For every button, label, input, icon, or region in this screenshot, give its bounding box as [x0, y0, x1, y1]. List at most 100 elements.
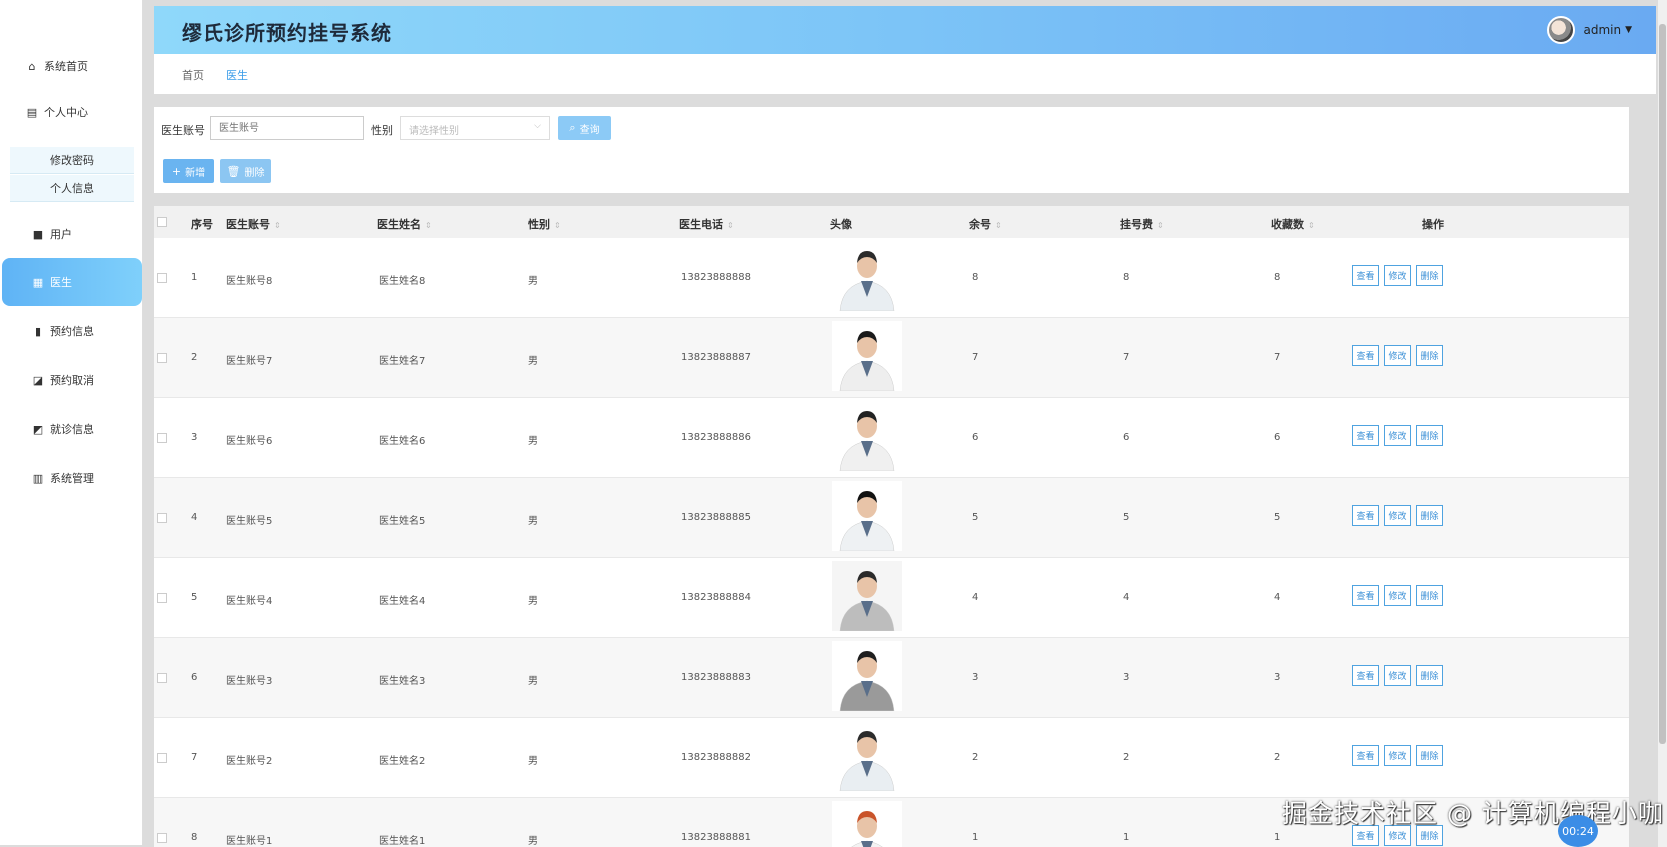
- cell-gender: 男: [528, 836, 538, 847]
- sidebar-item-appointments[interactable]: ▮ 预约信息: [0, 311, 143, 351]
- scrollbar-thumb[interactable]: [1659, 24, 1666, 744]
- header-phone[interactable]: 医生电话 ⇕: [679, 216, 734, 232]
- table-row[interactable]: 5 医生账号4 医生姓名4 男 13823888884 4 4 4 查看 修改 删除: [154, 558, 1629, 638]
- header-remaining[interactable]: 余号 ⇕: [969, 216, 1002, 232]
- row-checkbox[interactable]: [157, 513, 167, 523]
- header-actions: 操作: [1422, 218, 1444, 231]
- cell-remaining: 4: [972, 592, 979, 603]
- sidebar-item-appointment-cancel[interactable]: ◪ 预约取消: [0, 360, 143, 400]
- cell-gender: 男: [528, 356, 538, 367]
- edit-button[interactable]: 修改: [1384, 505, 1411, 526]
- gender-label: 性别: [371, 124, 393, 137]
- page-scrollbar[interactable]: [1658, 0, 1667, 847]
- header-account[interactable]: 医生账号 ⇕: [226, 216, 281, 232]
- header-label: 医生姓名: [377, 218, 421, 231]
- edit-button[interactable]: 修改: [1384, 265, 1411, 286]
- view-button[interactable]: 查看: [1352, 585, 1379, 606]
- table-row[interactable]: 7 医生账号2 医生姓名2 男 13823888882 2 2 2 查看 修改 删除: [154, 718, 1629, 798]
- header-gender[interactable]: 性别 ⇕: [528, 216, 561, 232]
- sidebar: ⌂ 系统首页 ▤ 个人中心 修改密码 个人信息 ■ 用户 ▦ 医生 ▮ 预约信息…: [0, 0, 143, 845]
- edit-button[interactable]: 修改: [1384, 665, 1411, 686]
- briefcase-icon: ■: [32, 227, 44, 241]
- header-fee[interactable]: 挂号费 ⇕: [1120, 216, 1164, 232]
- sidebar-item-doctors[interactable]: ▦ 医生: [2, 258, 142, 306]
- cell-fee: 5: [1123, 512, 1130, 523]
- select-all-checkbox[interactable]: [157, 217, 167, 227]
- cell-name: 医生姓名6: [379, 436, 426, 447]
- sidebar-item-visit-info[interactable]: ◩ 就诊信息: [0, 409, 143, 449]
- edit-button[interactable]: 修改: [1384, 425, 1411, 446]
- delete-button[interactable]: 删除: [1416, 745, 1443, 766]
- add-button[interactable]: + 新增: [163, 159, 214, 183]
- delete-button[interactable]: 删除: [1416, 505, 1443, 526]
- cell-phone: 13823888888: [681, 272, 751, 283]
- edit-button[interactable]: 修改: [1384, 345, 1411, 366]
- row-checkbox[interactable]: [157, 673, 167, 683]
- avatar: [1547, 16, 1576, 44]
- sidebar-subitem-change-password[interactable]: 修改密码: [10, 147, 134, 174]
- sidebar-item-label: 系统管理: [50, 472, 94, 485]
- cell-fee: 6: [1123, 432, 1130, 443]
- view-button[interactable]: 查看: [1352, 665, 1379, 686]
- table-header: 序号 医生账号 ⇕ 医生姓名 ⇕ 性别 ⇕ 医生电话 ⇕ 头像 余号 ⇕ 挂号费 ⇕ 收藏数…: [154, 206, 1629, 238]
- search-button[interactable]: ⌕ 查询: [558, 116, 611, 140]
- delete-button[interactable]: 删除: [1416, 425, 1443, 446]
- delete-button[interactable]: 删除: [1416, 265, 1443, 286]
- table-row[interactable]: 3 医生账号6 医生姓名6 男 13823888886 6 6 6 查看 修改 删除: [154, 398, 1629, 478]
- delete-button[interactable]: 删除: [1416, 585, 1443, 606]
- cell-phone: 13823888885: [681, 512, 751, 523]
- view-button[interactable]: 查看: [1352, 745, 1379, 766]
- row-checkbox[interactable]: [157, 833, 167, 843]
- cell-phone: 13823888882: [681, 752, 751, 763]
- sidebar-item-label: 预约取消: [50, 374, 94, 387]
- doctor-avatar: [832, 641, 902, 711]
- breadcrumb-home[interactable]: 首页: [182, 67, 204, 83]
- chevron-down-icon: ⌵: [534, 121, 541, 131]
- edit-button[interactable]: 修改: [1384, 745, 1411, 766]
- cell-index: 1: [191, 272, 198, 283]
- cell-name: 医生姓名7: [379, 356, 426, 367]
- cell-favorites: 3: [1274, 672, 1281, 683]
- view-button[interactable]: 查看: [1352, 425, 1379, 446]
- edit-button[interactable]: 修改: [1384, 585, 1411, 606]
- doctor-avatar: [832, 801, 902, 847]
- row-checkbox[interactable]: [157, 753, 167, 763]
- cell-remaining: 6: [972, 432, 979, 443]
- row-checkbox[interactable]: [157, 273, 167, 283]
- sidebar-item-profile-center[interactable]: ▤ 个人中心: [0, 92, 143, 132]
- cell-remaining: 5: [972, 512, 979, 523]
- doctor-avatar: [832, 321, 902, 391]
- grid-icon: ▦: [32, 275, 44, 289]
- cell-fee: 8: [1123, 272, 1130, 283]
- sidebar-item-system-management[interactable]: ▥ 系统管理: [0, 458, 143, 498]
- sidebar-subitem-personal-info[interactable]: 个人信息: [10, 175, 134, 202]
- cell-name: 医生姓名8: [379, 276, 426, 287]
- row-checkbox[interactable]: [157, 593, 167, 603]
- table-row[interactable]: 6 医生账号3 医生姓名3 男 13823888883 3 3 3 查看 修改 删除: [154, 638, 1629, 718]
- gender-select[interactable]: 请选择性别 ⌵: [400, 116, 550, 140]
- sidebar-item-users[interactable]: ■ 用户: [0, 214, 143, 254]
- row-checkbox[interactable]: [157, 353, 167, 363]
- delete-button[interactable]: 删除: [1416, 665, 1443, 686]
- view-button[interactable]: 查看: [1352, 505, 1379, 526]
- table-row[interactable]: 2 医生账号7 医生姓名7 男 13823888887 7 7 7 查看 修改 删除: [154, 318, 1629, 398]
- user-menu[interactable]: admin ▼: [1547, 16, 1632, 44]
- row-checkbox[interactable]: [157, 433, 167, 443]
- sidebar-item-label: 就诊信息: [50, 423, 94, 436]
- delete-button[interactable]: 删除: [1416, 345, 1443, 366]
- cell-account: 医生账号8: [226, 276, 273, 287]
- header-name[interactable]: 医生姓名 ⇕: [377, 216, 432, 232]
- view-button[interactable]: 查看: [1352, 265, 1379, 286]
- header-favorites[interactable]: 收藏数 ⇕: [1271, 216, 1315, 232]
- trash-icon: 🗑: [226, 164, 241, 178]
- sidebar-item-home[interactable]: ⌂ 系统首页: [0, 46, 143, 86]
- cell-account: 医生账号7: [226, 356, 273, 367]
- view-button[interactable]: 查看: [1352, 345, 1379, 366]
- cell-name: 医生姓名5: [379, 516, 426, 527]
- sidebar-item-label: 系统首页: [44, 60, 88, 73]
- table-row[interactable]: 4 医生账号5 医生姓名5 男 13823888885 5 5 5 查看 修改 删除: [154, 478, 1629, 558]
- cell-favorites: 6: [1274, 432, 1281, 443]
- table-row[interactable]: 1 医生账号8 医生姓名8 男 13823888888 8 8 8 查看 修改 删除: [154, 238, 1629, 318]
- account-search-input[interactable]: [210, 116, 364, 140]
- bulk-delete-button[interactable]: 🗑 删除: [220, 159, 271, 183]
